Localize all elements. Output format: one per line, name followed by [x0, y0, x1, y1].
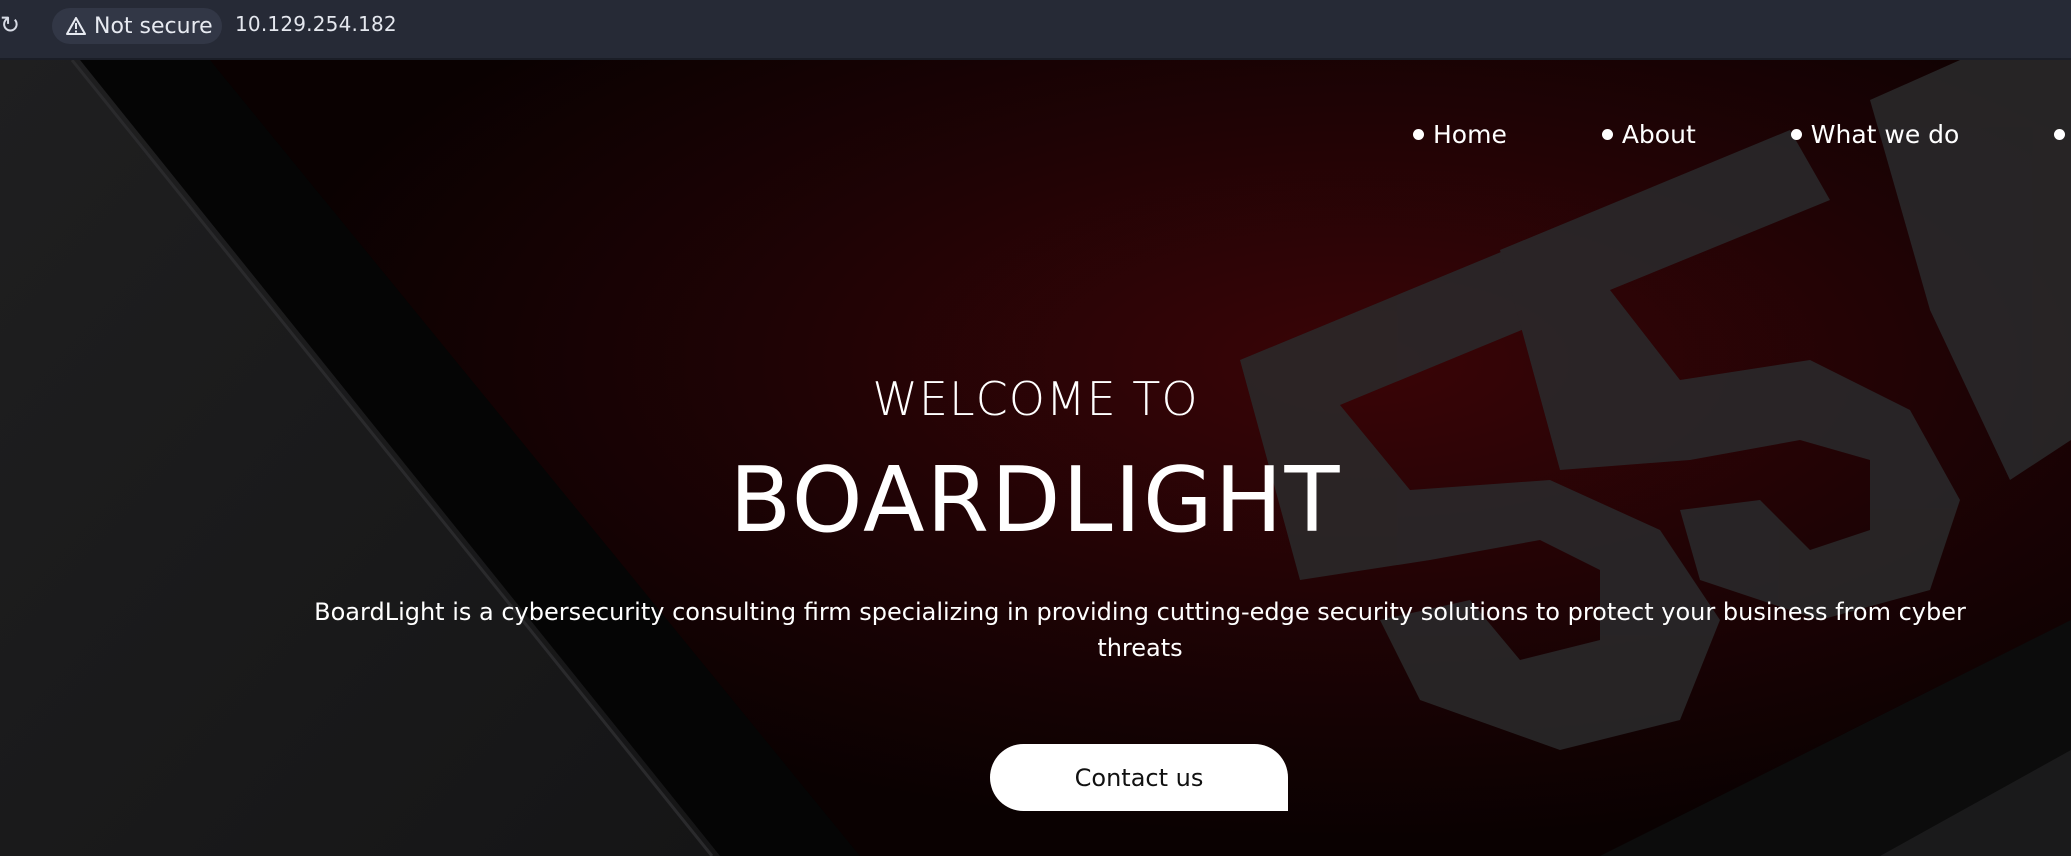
nav-bullet-icon: [1413, 128, 1424, 140]
nav-label: About: [1621, 119, 1696, 149]
nav-label: What we do: [1810, 119, 1960, 149]
nav-bullet-icon: [1601, 128, 1613, 140]
hero-section: Home About What we do C WELCOME TO BOARD…: [0, 60, 2071, 856]
main-nav: Home About What we do C: [1413, 114, 2071, 154]
nav-label: Home: [1433, 119, 1507, 149]
security-label: Not secure: [94, 13, 213, 39]
reload-icon[interactable]: ↻: [0, 13, 22, 37]
contact-us-button[interactable]: Contact us: [990, 744, 1288, 811]
nav-item-about[interactable]: About: [1601, 119, 1696, 149]
browser-toolbar: ↻ Not secure 10.129.254.182: [0, 0, 2071, 60]
hero-welcome-text: WELCOME TO: [872, 372, 1199, 426]
warning-icon: [66, 17, 86, 35]
address-bar-url[interactable]: 10.129.254.182: [235, 12, 397, 36]
nav-bullet-icon: [2054, 128, 2066, 140]
hero-title: BOARDLIGHT: [729, 448, 1342, 553]
hero-tagline: BoardLight is a cybersecurity consulting…: [314, 598, 1966, 662]
security-indicator[interactable]: Not secure: [52, 8, 222, 44]
nav-bullet-icon: [1790, 128, 1802, 140]
nav-item-what-we-do[interactable]: What we do: [1790, 119, 1960, 149]
nav-item-contact-partial[interactable]: C: [2054, 120, 2071, 149]
nav-item-home[interactable]: Home: [1413, 120, 1507, 149]
